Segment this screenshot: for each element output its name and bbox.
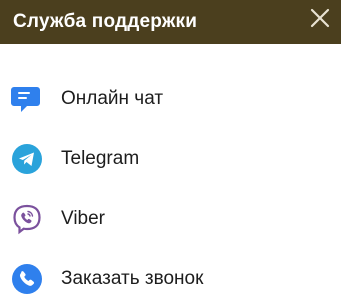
option-label: Telegram (61, 148, 140, 169)
option-label: Viber (61, 208, 106, 229)
close-button[interactable] (307, 5, 333, 31)
option-request-call[interactable]: Заказать звонок (0, 255, 341, 305)
telegram-icon (11, 143, 43, 175)
viber-icon (11, 203, 43, 235)
option-label: Заказать звонок (61, 268, 204, 289)
option-telegram[interactable]: Telegram (0, 135, 341, 185)
support-panel: Служба поддержки Онлайн чат Telegram Vib… (0, 0, 341, 305)
option-viber[interactable]: Viber (0, 195, 341, 245)
chat-bubble-icon (11, 83, 43, 115)
option-online-chat[interactable]: Онлайн чат (0, 75, 341, 125)
option-label: Онлайн чат (61, 88, 164, 109)
panel-title: Служба поддержки (13, 11, 198, 32)
phone-icon (11, 263, 43, 295)
panel-header: Служба поддержки (0, 0, 341, 44)
close-icon (310, 8, 330, 28)
